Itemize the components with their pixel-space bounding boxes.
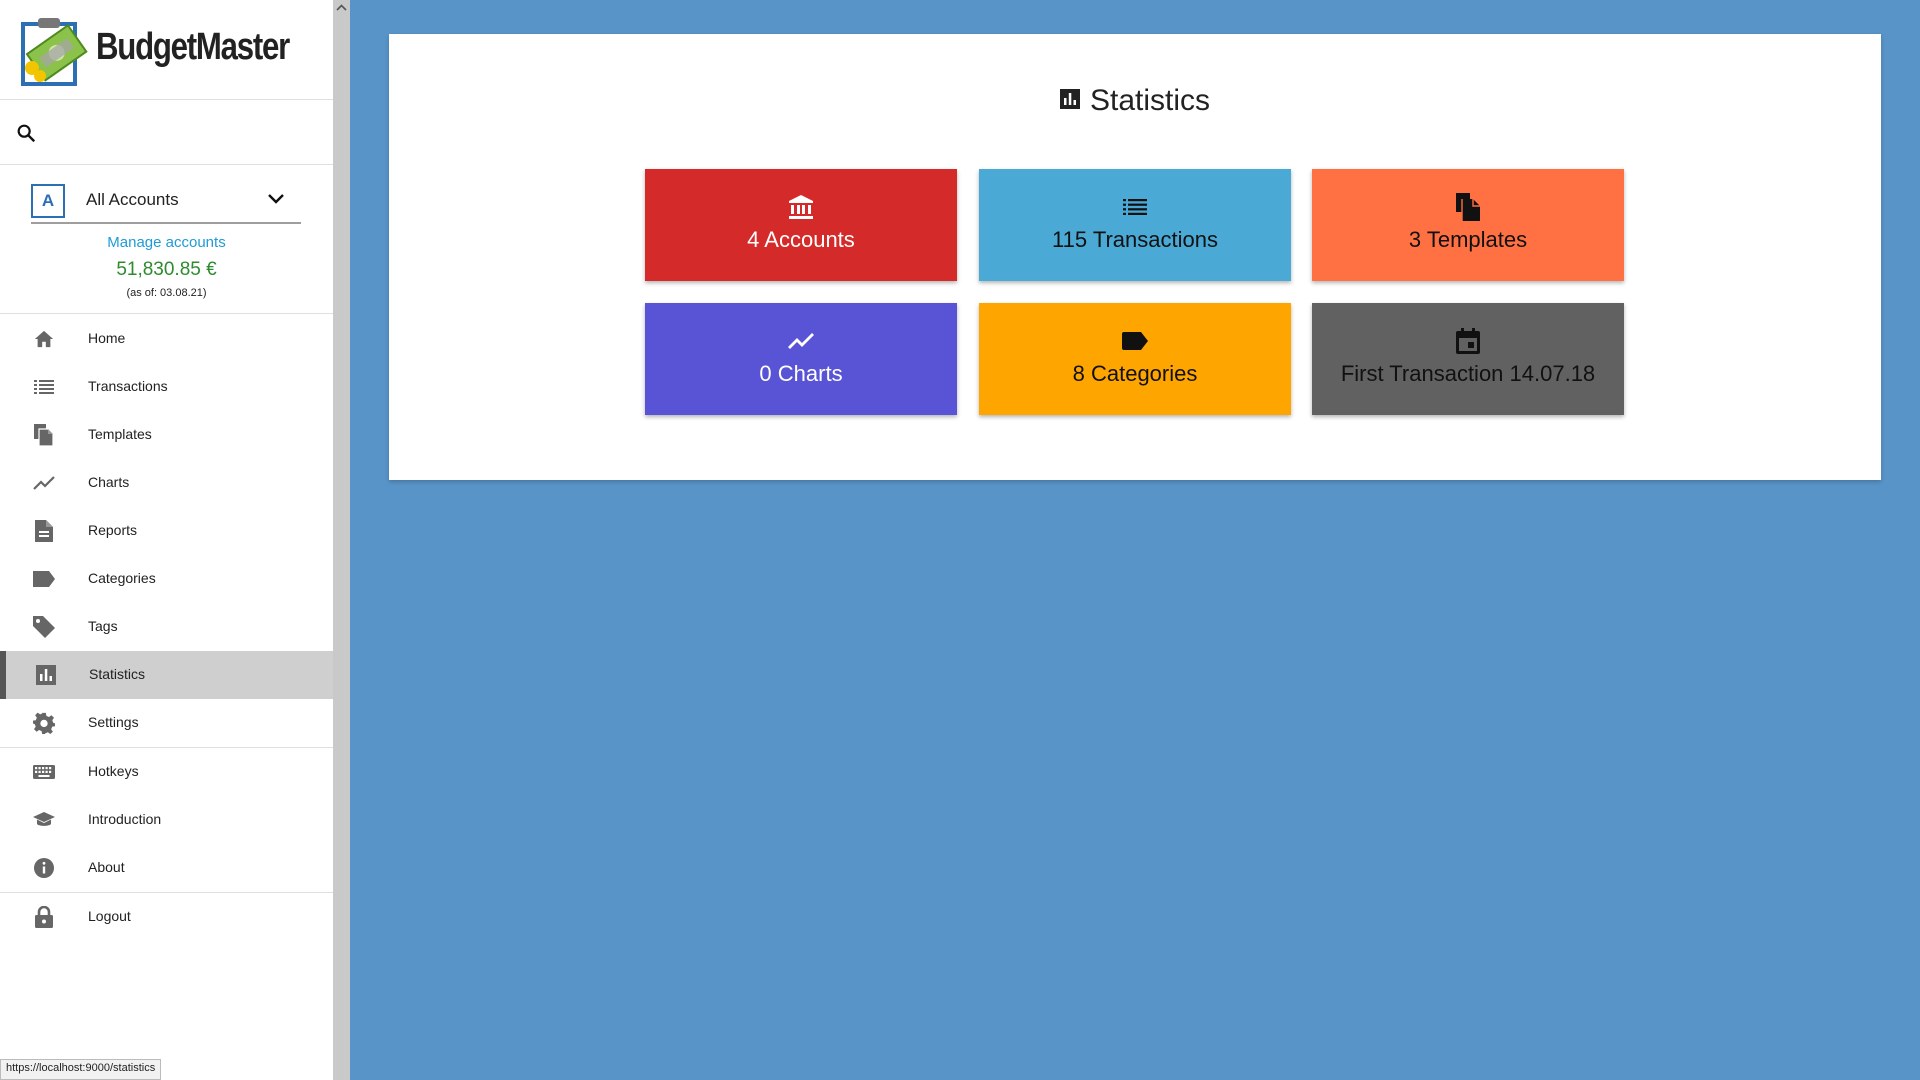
bank-icon (788, 193, 814, 221)
file-copy-icon (1456, 193, 1480, 221)
app-name: BudgetMaster (96, 26, 290, 68)
stat-tile-label: 4 Accounts (747, 227, 855, 252)
sidebar-item-reports[interactable]: Reports (0, 507, 333, 555)
sidebar-scrollbar[interactable] (333, 0, 350, 1080)
stat-tile-transactions[interactable]: 115 Transactions (979, 169, 1291, 281)
description-icon (32, 520, 56, 542)
sidebar-item-tags[interactable]: Tags (0, 603, 333, 651)
page-title: Statistics (389, 84, 1881, 118)
sidebar-item-label: Statistics (89, 666, 146, 682)
stat-tile-label: First Transaction 14.07.18 (1340, 361, 1596, 386)
balance-as-of: (as of: 03.08.21) (126, 287, 207, 299)
sidebar-item-label: Charts (88, 474, 130, 490)
page-title-text: Statistics (1089, 84, 1211, 117)
stat-tile-templates[interactable]: 3 Templates (1312, 169, 1624, 281)
lock-icon (32, 906, 56, 928)
sidebar-item-label: Tags (88, 618, 118, 634)
sidebar-item-label: Categories (88, 570, 156, 586)
sidebar-item-label: Settings (88, 714, 139, 730)
home-icon (32, 329, 56, 349)
sidebar-item-label: Templates (88, 426, 152, 442)
sidebar-item-hotkeys[interactable]: Hotkeys (0, 748, 333, 796)
trending-icon (788, 327, 814, 355)
stat-tile-categories[interactable]: 8 Categories (979, 303, 1291, 415)
search-area (0, 100, 333, 165)
account-area: A All Accounts Manage accounts 51,830.85… (0, 166, 333, 314)
search-icon[interactable] (15, 122, 37, 144)
info-icon (32, 858, 56, 878)
file-copy-icon (32, 424, 56, 446)
sidebar-item-transactions[interactable]: Transactions (0, 363, 333, 411)
sidebar: BudgetMaster A All Accounts Manage accou… (0, 0, 333, 1080)
school-icon (32, 810, 56, 830)
stat-tile-charts[interactable]: 0 Charts (645, 303, 957, 415)
sidebar-item-settings[interactable]: Settings (0, 699, 333, 747)
account-select-value: All Accounts (86, 190, 179, 209)
bar-chart-icon (34, 665, 58, 685)
bar-chart-icon (1059, 89, 1080, 110)
sidebar-item-categories[interactable]: Categories (0, 555, 333, 603)
stat-tile-accounts[interactable]: 4 Accounts (645, 169, 957, 281)
sidebar-item-label: Hotkeys (88, 763, 139, 779)
label-icon (1122, 327, 1148, 355)
gear-icon (32, 712, 56, 734)
stat-tile-label: 115 Transactions (1052, 227, 1218, 252)
logo-area: BudgetMaster (0, 0, 333, 100)
stat-tile-label: 3 Templates (1408, 227, 1528, 252)
sidebar-nav: Home Transactions Templates Charts Repor… (0, 315, 333, 941)
sidebar-item-logout[interactable]: Logout (0, 893, 333, 941)
sidebar-item-home[interactable]: Home (0, 315, 333, 363)
stat-tile-first-transaction[interactable]: First Transaction 14.07.18 (1312, 303, 1624, 415)
account-select[interactable]: A All Accounts (31, 174, 301, 224)
sidebar-item-label: Transactions (88, 378, 168, 394)
budgetmaster-logo-icon[interactable] (20, 10, 90, 90)
list-icon (1123, 193, 1147, 221)
tag-icon (32, 616, 56, 638)
list-icon (32, 377, 56, 397)
stat-tile-label: 8 Categories (1072, 361, 1198, 386)
label-icon (32, 569, 56, 589)
sidebar-item-label: Introduction (88, 811, 162, 827)
sidebar-item-label: Reports (88, 522, 138, 538)
sidebar-item-introduction[interactable]: Introduction (0, 796, 333, 844)
status-url: https://localhost:9000/statistics (0, 1059, 162, 1080)
sidebar-item-charts[interactable]: Charts (0, 459, 333, 507)
calendar-icon (1456, 327, 1480, 355)
statistics-card: Statistics 4 Accounts 115 Transactions 3… (389, 34, 1881, 480)
account-balance: 51,830.85 € (116, 259, 217, 280)
sidebar-item-label: Logout (88, 908, 131, 924)
sidebar-item-label: About (88, 859, 125, 875)
search-input[interactable] (50, 114, 320, 150)
sidebar-item-about[interactable]: About (0, 844, 333, 892)
trending-icon (32, 473, 56, 493)
chevron-down-icon[interactable] (267, 192, 285, 206)
account-avatar: A (31, 184, 65, 218)
keyboard-icon (32, 762, 56, 782)
manage-accounts-link[interactable]: Manage accounts (0, 234, 333, 251)
sidebar-item-templates[interactable]: Templates (0, 411, 333, 459)
scroll-up-arrow-icon[interactable] (336, 3, 347, 13)
sidebar-item-label: Home (88, 330, 126, 346)
sidebar-item-statistics[interactable]: Statistics (0, 651, 333, 699)
stat-tile-label: 0 Charts (759, 361, 843, 386)
